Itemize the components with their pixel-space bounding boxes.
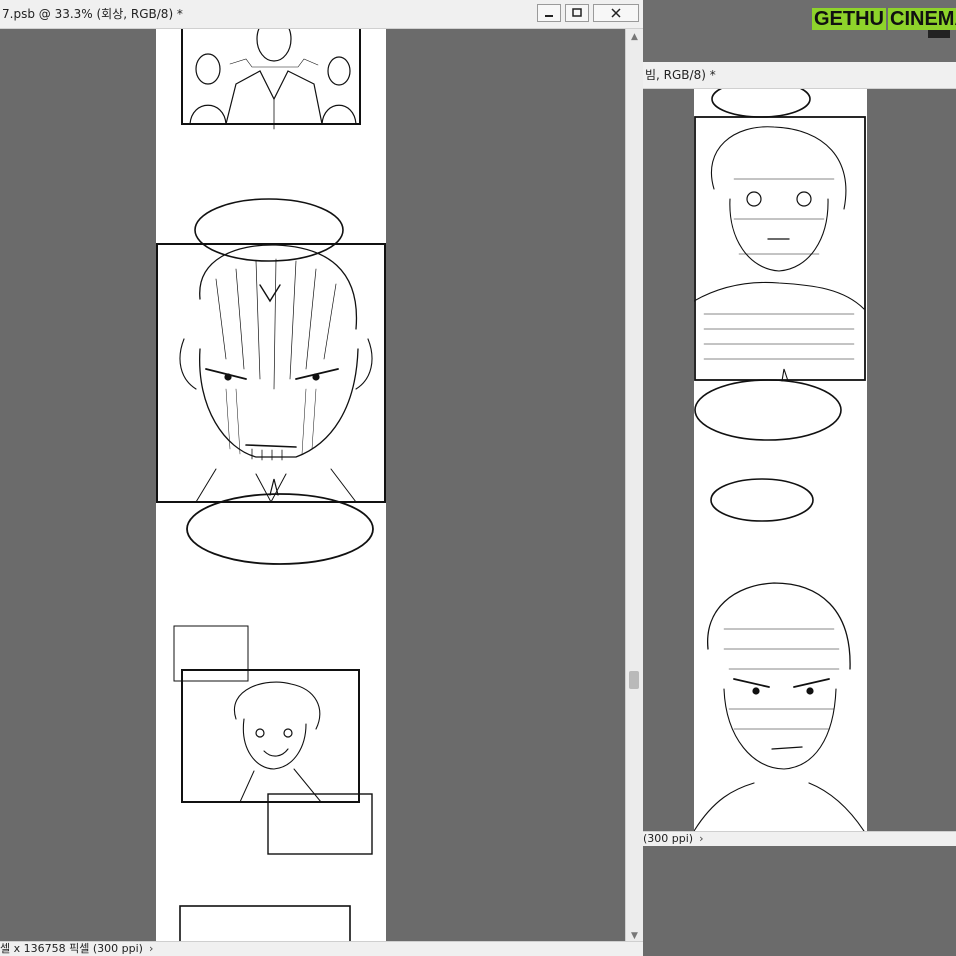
speech-balloon [186, 493, 374, 565]
maximize-button[interactable] [565, 4, 589, 22]
scroll-up-arrow-icon[interactable]: ▲ [626, 29, 643, 45]
speech-balloon [710, 478, 814, 522]
speech-balloon [711, 89, 811, 118]
left-window-title: 7.psb @ 33.3% (회상, RGB/8) * [2, 7, 183, 21]
crowd-panel [181, 29, 361, 130]
watermark-logo: GETHUCINEMA [812, 6, 956, 38]
speech-balloon [694, 379, 842, 441]
watermark-part-1: GETHU [812, 8, 886, 30]
smiling-boy-panel [181, 669, 360, 803]
left-status-text: 셀 x 136758 픽셀 (300 ppi) [0, 942, 143, 955]
right-window-title: 빔, RGB/8) * [645, 68, 716, 82]
left-status-bar: 셀 x 136758 픽셀 (300 ppi) › [0, 941, 643, 956]
girl-frown-panel [694, 116, 866, 381]
right-status-bar: (300 ppi) › [643, 831, 956, 846]
left-title-bar[interactable]: 7.psb @ 33.3% (회상, RGB/8) * [0, 0, 643, 29]
film-strip-icon [928, 30, 950, 38]
right-comic-page [694, 89, 867, 831]
speech-balloon [194, 198, 344, 262]
right-title-bar[interactable]: 빔, RGB/8) * [643, 62, 956, 89]
right-status-text: (300 ppi) [643, 832, 694, 845]
status-menu-chevron-icon[interactable]: › [699, 832, 703, 845]
right-sketch-art [694, 89, 866, 831]
scroll-thumb[interactable] [629, 671, 639, 689]
minimize-button[interactable] [537, 4, 561, 22]
left-document-window: 7.psb @ 33.3% (회상, RGB/8) * ▲ ▼ 셀 x 1367… [0, 0, 643, 956]
left-comic-page [156, 29, 386, 944]
left-canvas-area[interactable] [0, 29, 625, 944]
status-menu-chevron-icon[interactable]: › [149, 942, 153, 955]
face-closeup-panel [156, 243, 386, 504]
left-sketch-art [156, 29, 386, 944]
watermark-part-2: CINEMA [888, 8, 956, 30]
panel-frame [179, 905, 351, 944]
left-vertical-scrollbar[interactable]: ▲ ▼ [625, 29, 643, 944]
close-button[interactable] [593, 4, 639, 22]
right-document-window: 빔, RGB/8) * (300 ppi) › [643, 62, 956, 956]
right-canvas-area[interactable] [643, 89, 956, 831]
man-stern-panel [694, 582, 865, 831]
caption-box [173, 625, 249, 682]
